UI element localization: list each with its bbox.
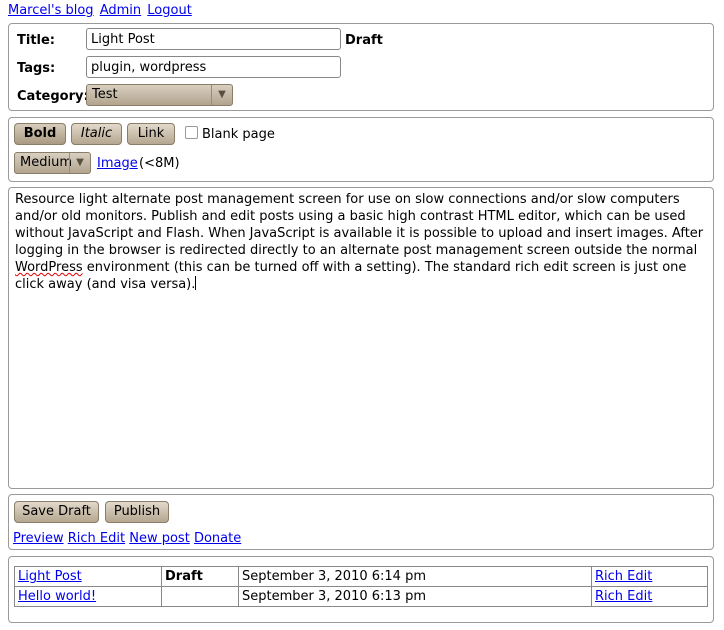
post-title-link[interactable]: Hello world! (18, 589, 96, 604)
post-date-cell: September 3, 2010 6:14 pm (238, 566, 592, 587)
admin-link[interactable]: Admin (100, 3, 141, 18)
preview-link[interactable]: Preview (13, 531, 64, 546)
category-label: Category: (17, 89, 89, 104)
post-title-cell: Hello world! (14, 586, 162, 607)
save-draft-button[interactable]: Save Draft (14, 501, 99, 523)
post-rich-edit-link[interactable]: Rich Edit (595, 569, 652, 584)
rich-edit-link[interactable]: Rich Edit (68, 531, 125, 546)
text-caret (195, 276, 197, 290)
category-select[interactable]: Test ▼ (86, 84, 233, 106)
posts-table: Light Post Draft September 3, 2010 6:14 … (14, 566, 708, 607)
publish-button[interactable]: Publish (105, 501, 169, 523)
posts-list-panel: Light Post Draft September 3, 2010 6:14 … (8, 556, 714, 623)
image-upload-link[interactable]: Image (97, 156, 138, 171)
blank-page-label: Blank page (202, 127, 275, 142)
editor-text: Resource light alternate post management… (15, 191, 707, 293)
new-post-link[interactable]: New post (129, 531, 190, 546)
donate-link[interactable]: Donate (194, 531, 241, 546)
title-label: Title: (17, 33, 56, 48)
size-selected: Medium (20, 155, 72, 170)
editor-text-part: Resource light alternate post management… (15, 192, 704, 258)
link-button[interactable]: Link (127, 123, 175, 145)
post-rich-edit-link[interactable]: Rich Edit (595, 589, 652, 604)
post-edit-cell: Rich Edit (591, 566, 708, 587)
post-meta-panel: Title: Draft Tags: Category: Test ▼ (8, 23, 714, 111)
post-status-cell (161, 586, 239, 607)
logout-link[interactable]: Logout (147, 3, 192, 18)
post-title-link[interactable]: Light Post (18, 569, 82, 584)
post-status: Draft (345, 33, 383, 48)
size-select[interactable]: Medium ▼ (14, 152, 91, 174)
post-title-cell: Light Post (14, 566, 162, 587)
formatting-toolbar: Bold Italic Link Blank page Medium ▼ Ima… (8, 117, 714, 182)
italic-button[interactable]: Italic (71, 123, 122, 145)
table-row: Hello world! September 3, 2010 6:13 pm R… (14, 586, 708, 607)
blog-link[interactable]: Marcel's blog (8, 3, 94, 18)
post-date-cell: September 3, 2010 6:13 pm (238, 586, 592, 607)
tags-input[interactable] (86, 56, 341, 78)
post-edit-cell: Rich Edit (591, 586, 708, 607)
chevron-down-icon: ▼ (69, 153, 90, 173)
post-content-editor[interactable]: Resource light alternate post management… (8, 187, 714, 489)
image-size-limit: (<8M) (139, 156, 180, 171)
bold-button[interactable]: Bold (14, 123, 66, 145)
table-row: Light Post Draft September 3, 2010 6:14 … (14, 566, 708, 587)
misspelled-word: WordPress (15, 260, 83, 275)
post-actions-panel: Save Draft Publish Preview Rich Edit New… (8, 494, 714, 550)
blank-page-checkbox[interactable] (185, 126, 198, 139)
title-input[interactable] (86, 28, 341, 50)
post-status-cell: Draft (161, 566, 239, 587)
action-links: Preview Rich Edit New post Donate (13, 531, 241, 546)
top-navigation: Marcel's blog Admin Logout (8, 3, 194, 18)
editor-text-part: environment (this can be turned off with… (15, 260, 687, 292)
chevron-down-icon: ▼ (211, 85, 232, 105)
tags-label: Tags: (17, 61, 56, 76)
category-selected: Test (92, 87, 118, 102)
